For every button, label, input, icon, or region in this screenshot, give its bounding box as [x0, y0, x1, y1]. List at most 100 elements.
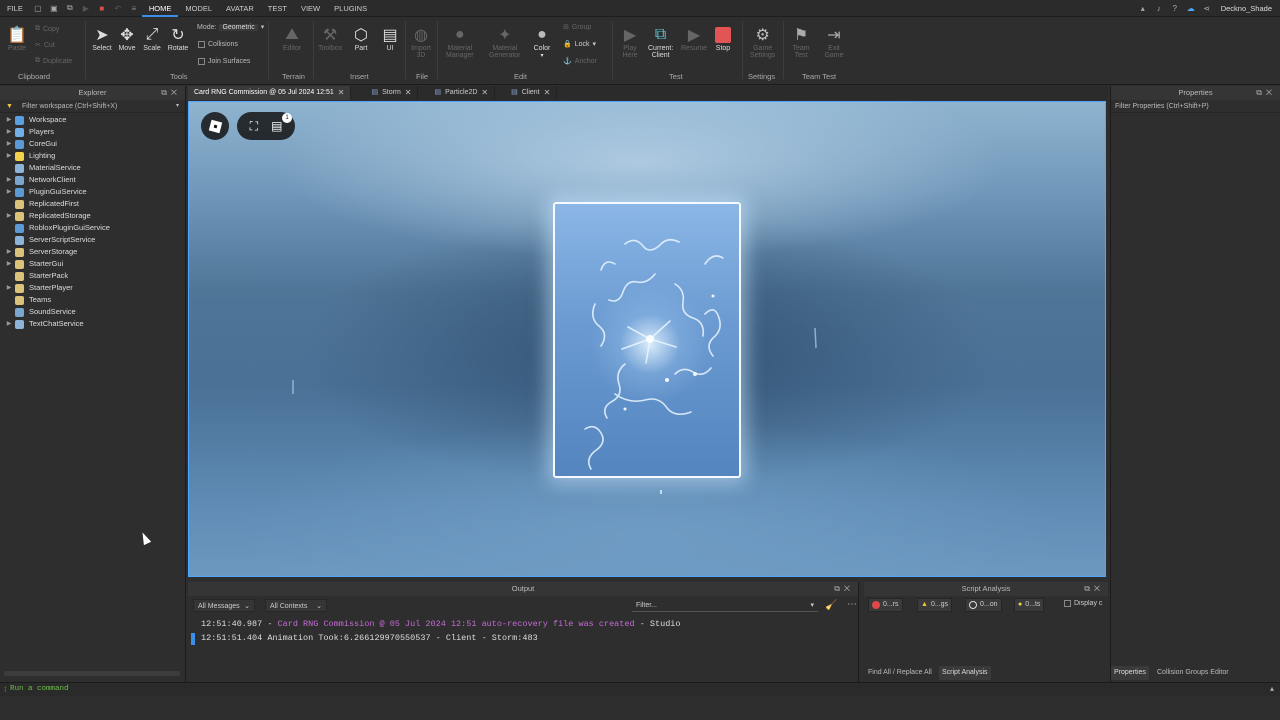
play-here-button[interactable]: ▶ Play Here — [619, 25, 641, 59]
duplicate-button[interactable]: ⧉ Duplicate — [35, 57, 72, 65]
help-icon[interactable]: ? — [1170, 3, 1180, 13]
hints-filter[interactable]: ● 0...ts — [1014, 598, 1045, 612]
explorer-filter-input[interactable]: ▼ Filter workspace (Ctrl+Shift+X) ▾ — [0, 100, 185, 113]
close-icon[interactable]: ✕ — [405, 86, 412, 100]
tree-item[interactable]: ▶ CoreGui — [0, 138, 185, 150]
display-toggle[interactable]: Display c — [1064, 600, 1106, 607]
menu-file[interactable]: FILE — [0, 0, 30, 17]
game-settings-button[interactable]: ⚙ Game Settings — [750, 25, 775, 59]
expand-arrow-icon[interactable]: ▶ — [3, 186, 15, 198]
tree-item[interactable]: ▶ NetworkClient — [0, 174, 185, 186]
tree-item[interactable]: MaterialService — [0, 162, 185, 174]
undo-icon[interactable]: ↶ — [113, 3, 123, 13]
collisions-toggle[interactable]: Collisions — [198, 41, 238, 48]
current-client-button[interactable]: ⧉ Current: Client — [648, 25, 673, 59]
paste-button[interactable]: 📋 Paste — [6, 25, 28, 52]
group-button[interactable]: ⊞ Group — [563, 23, 591, 32]
tab-place[interactable]: Card RNG Commission @ 05 Jul 2024 12:51 ✕ — [188, 86, 352, 100]
new-file-icon[interactable]: ▢ — [33, 3, 43, 13]
tab-properties[interactable]: Properties — [1111, 666, 1149, 680]
properties-filter-input[interactable]: Filter Properties (Ctrl+Shift+P) — [1111, 100, 1280, 113]
command-bar[interactable]: ⁝ Run a command ▴ — [0, 682, 1280, 696]
tree-item[interactable]: ReplicatedFirst — [0, 198, 185, 210]
tree-item[interactable]: ▶ ServerStorage — [0, 246, 185, 258]
tab-client[interactable]: ▤ Client ✕ — [505, 86, 558, 100]
game-viewport[interactable]: ⛶ ▤ 1 — [188, 101, 1106, 577]
notification-icon[interactable]: ♪ — [1154, 3, 1164, 13]
panel-controls-icon[interactable]: ⧉✕ — [834, 582, 854, 596]
menu-model[interactable]: MODEL — [178, 0, 219, 17]
ui-button[interactable]: ▤ UI — [379, 25, 401, 52]
publish-icon[interactable]: ⧉ — [65, 3, 75, 13]
exit-game-button[interactable]: ⇥ Exit Game — [823, 25, 845, 59]
command-input[interactable]: Run a command — [10, 685, 69, 693]
info-filter[interactable]: 0...on — [965, 598, 1002, 612]
horizontal-scrollbar[interactable] — [4, 671, 180, 676]
expand-arrow-icon[interactable]: ▶ — [3, 150, 15, 162]
output-filter-input[interactable]: Filter... ▾ — [632, 599, 818, 612]
menu-test[interactable]: TEST — [261, 0, 294, 17]
stop-icon[interactable]: ■ — [97, 3, 107, 13]
tab-collision-groups[interactable]: Collision Groups Editor — [1154, 666, 1232, 680]
menu-home[interactable]: HOME — [141, 0, 179, 17]
tree-item[interactable]: ▶ PluginGuiService — [0, 186, 185, 198]
chevron-down-icon[interactable]: ▾ — [176, 100, 179, 113]
copy-button[interactable]: ⧉ Copy — [35, 25, 59, 33]
tree-item[interactable]: ▶ TextChatService — [0, 318, 185, 330]
lock-button[interactable]: 🔒 Lock ▾ — [563, 40, 596, 49]
tab-storm[interactable]: ▤ Storm ✕ — [365, 86, 419, 100]
stop-button[interactable]: Stop — [712, 25, 734, 52]
part-button[interactable]: ⬡ Part — [350, 25, 372, 52]
tree-item[interactable]: Teams — [0, 294, 185, 306]
material-manager-button[interactable]: ● Material Manager — [446, 25, 474, 59]
cut-button[interactable]: ✂ Cut — [35, 41, 55, 50]
rotate-button[interactable]: ↻ Rotate — [167, 25, 189, 52]
chevron-up-icon[interactable]: ▴ — [1270, 684, 1274, 693]
tree-item[interactable]: ▶ Players — [0, 126, 185, 138]
save-icon[interactable]: ▣ — [49, 3, 59, 13]
panel-controls-icon[interactable]: ⧉✕ — [1256, 86, 1276, 100]
tab-script-analysis[interactable]: Script Analysis — [939, 666, 991, 680]
errors-filter[interactable]: 0...rs — [868, 598, 903, 612]
expand-arrow-icon[interactable]: ▶ — [3, 114, 15, 126]
clear-output-icon[interactable]: 🧹 — [825, 600, 837, 611]
team-test-button[interactable]: ⚑ Team Test — [790, 25, 812, 59]
tree-item[interactable]: SoundService — [0, 306, 185, 318]
terrain-editor-button[interactable]: ⛰ Editor — [281, 25, 303, 52]
tab-particle2d[interactable]: ▤ Particle2D ✕ — [428, 86, 496, 100]
panel-controls-icon[interactable]: ⧉✕ — [161, 86, 181, 100]
tree-item[interactable]: ▶ Lighting — [0, 150, 185, 162]
share-icon[interactable]: ⋖ — [1202, 3, 1212, 13]
collapse-ribbon-icon[interactable]: ▴ — [1138, 3, 1148, 13]
tree-item[interactable]: ▶ StarterPlayer — [0, 282, 185, 294]
menu-view[interactable]: VIEW — [294, 0, 327, 17]
more-options-icon[interactable]: ⋯ — [847, 599, 857, 610]
move-button[interactable]: ✥ Move — [116, 25, 138, 52]
menu-plugins[interactable]: PLUGINS — [327, 0, 374, 17]
join-surfaces-toggle[interactable]: Join Surfaces — [198, 58, 250, 65]
mode-selector[interactable]: Mode: Geometric ▾ — [197, 23, 264, 31]
warnings-filter[interactable]: ▲ 0...gs — [917, 598, 953, 612]
expand-arrow-icon[interactable]: ▶ — [3, 318, 15, 330]
expand-arrow-icon[interactable]: ▶ — [3, 138, 15, 150]
tree-item[interactable]: ServerScriptService — [0, 234, 185, 246]
close-icon[interactable]: ✕ — [481, 86, 488, 100]
tree-item[interactable]: ▶ ReplicatedStorage — [0, 210, 185, 222]
join-surfaces-checkbox[interactable] — [198, 58, 205, 65]
color-button[interactable]: ● Color ▾ — [531, 25, 553, 59]
resume-button[interactable]: ▶ Resume — [681, 25, 707, 52]
scale-button[interactable]: ⤢ Scale — [141, 25, 163, 52]
cloud-icon[interactable]: ☁ — [1186, 3, 1196, 13]
play-icon[interactable]: ▶ — [81, 3, 91, 13]
expand-arrow-icon[interactable]: ▶ — [3, 246, 15, 258]
expand-arrow-icon[interactable]: ▶ — [3, 258, 15, 270]
collisions-checkbox[interactable] — [198, 41, 205, 48]
messages-filter-dropdown[interactable]: All Messages ⌄ — [193, 599, 255, 612]
toolbox-button[interactable]: ⚒ Toolbox — [318, 25, 342, 52]
expand-arrow-icon[interactable]: ▶ — [3, 126, 15, 138]
user-name[interactable]: Deckno_Shade — [1221, 4, 1272, 13]
anchor-button[interactable]: ⚓ Anchor — [563, 57, 597, 66]
panel-controls-icon[interactable]: ⧉✕ — [1084, 582, 1104, 596]
tree-item[interactable]: StarterPack — [0, 270, 185, 282]
display-checkbox[interactable] — [1064, 600, 1071, 607]
